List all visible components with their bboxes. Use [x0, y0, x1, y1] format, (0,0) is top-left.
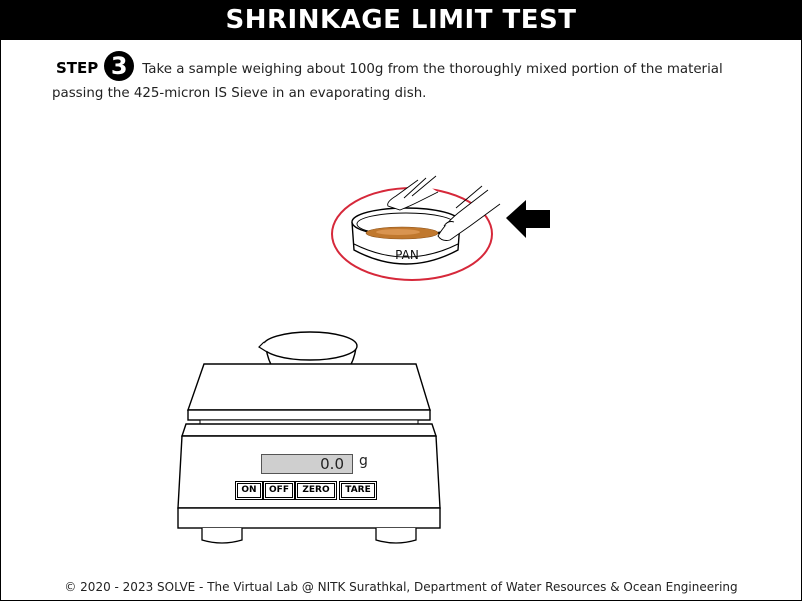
balance-body-top [181, 423, 437, 437]
zero-button[interactable]: ZERO [295, 481, 337, 500]
left-hand [387, 175, 439, 211]
on-button[interactable]: ON [235, 481, 263, 500]
balance-plate-edge [187, 409, 431, 421]
soil-highlight [376, 229, 420, 235]
pointer-arrow-icon [506, 200, 550, 238]
tare-button[interactable]: TARE [339, 481, 377, 500]
sieve-pan[interactable]: PAN [331, 175, 501, 281]
balance-plate-top [187, 363, 431, 411]
off-button[interactable]: OFF [263, 481, 295, 500]
dish-rim [262, 331, 358, 361]
lab-scene: PAN [177, 175, 550, 544]
balance-foot-right [375, 528, 417, 544]
balance-foot-left [201, 528, 243, 544]
weight-display: 0.0 [261, 454, 353, 474]
balance-base [177, 507, 441, 529]
weight-unit: g [359, 453, 368, 469]
footer-copyright: © 2020 - 2023 SOLVE - The Virtual Lab @ … [64, 580, 738, 594]
pan-label: PAN [395, 248, 419, 262]
